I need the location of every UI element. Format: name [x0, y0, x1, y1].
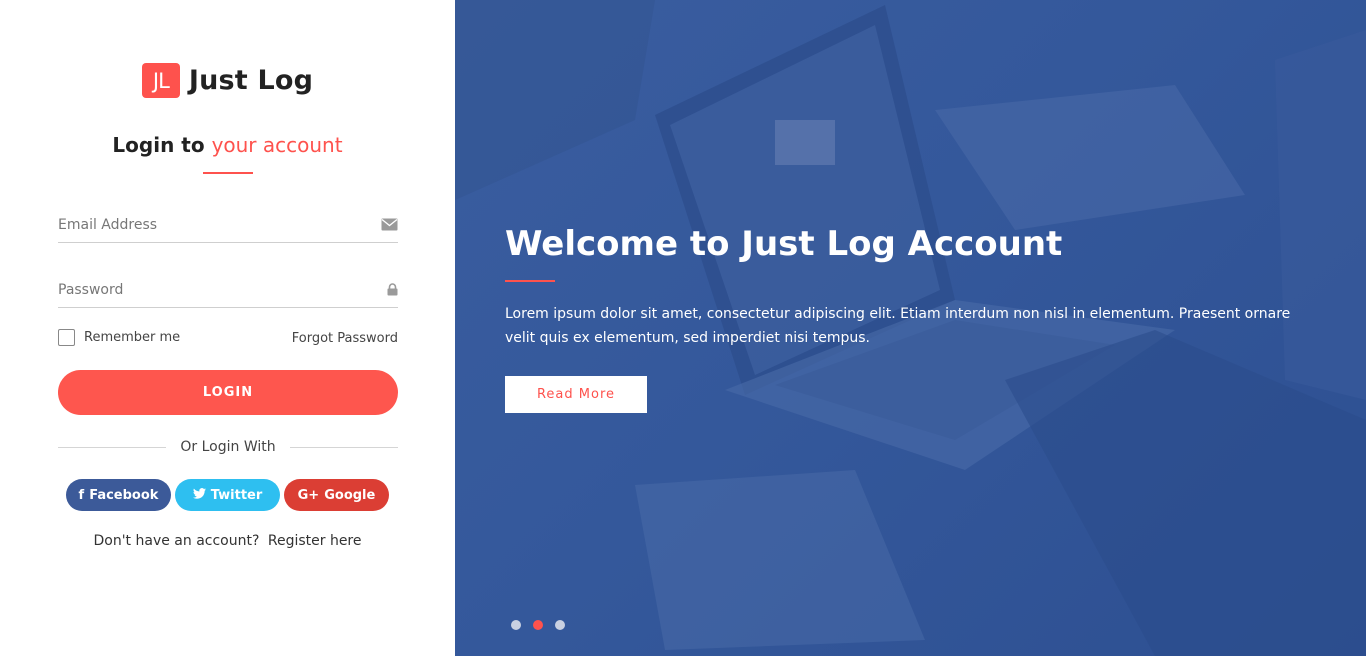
register-link[interactable]: Register here: [268, 533, 362, 549]
google-plus-icon: G+: [297, 487, 320, 503]
twitter-icon: [192, 487, 206, 503]
login-heading-accent: your account: [211, 133, 343, 157]
divider-line: [58, 446, 167, 448]
slider-dot-3[interactable]: [555, 620, 565, 630]
brand-name: Just Log: [188, 65, 314, 96]
heading-underline: [203, 172, 253, 174]
google-login-button[interactable]: G+ Google: [284, 479, 389, 511]
brand-mark: JL: [141, 63, 180, 98]
twitter-label: Twitter: [210, 487, 263, 503]
facebook-label: Facebook: [89, 487, 159, 503]
social-divider: Or Login With: [58, 437, 399, 457]
remember-checkbox[interactable]: [58, 329, 75, 346]
lock-icon: [380, 281, 398, 299]
login-heading-main: Login to: [112, 133, 205, 157]
divider-line: [289, 446, 399, 448]
slider-dots: [511, 620, 565, 630]
divider-text: Or Login With: [180, 439, 276, 455]
login-heading: Login to your account: [0, 133, 455, 157]
google-label: Google: [324, 487, 376, 503]
email-field[interactable]: [58, 207, 398, 243]
social-login-buttons: f Facebook Twitter G+ Google: [0, 479, 455, 511]
login-panel: JL Just Log Login to your account Rememb…: [0, 0, 455, 656]
brand-logo[interactable]: JL Just Log: [0, 63, 455, 98]
forgot-password-link[interactable]: Forgot Password: [292, 331, 398, 346]
register-text: Don't have an account?: [93, 533, 260, 549]
remember-me[interactable]: Remember me: [58, 329, 180, 346]
facebook-icon: f: [78, 487, 85, 503]
facebook-login-button[interactable]: f Facebook: [66, 479, 171, 511]
hero-underline: [505, 280, 555, 282]
twitter-login-button[interactable]: Twitter: [175, 479, 280, 511]
hero-title: Welcome to Just Log Account: [505, 224, 1063, 264]
password-field[interactable]: [58, 272, 398, 308]
slider-dot-1[interactable]: [511, 620, 521, 630]
hero-panel: Welcome to Just Log Account Lorem ipsum …: [455, 0, 1366, 656]
email-input[interactable]: [58, 216, 380, 233]
envelope-icon: [380, 216, 398, 234]
remember-label: Remember me: [84, 330, 181, 345]
password-input[interactable]: [58, 281, 380, 298]
hero-description: Lorem ipsum dolor sit amet, consectetur …: [505, 306, 1291, 346]
slider-dot-2[interactable]: [533, 620, 543, 630]
register-prompt: Don't have an account? Register here: [0, 533, 455, 549]
read-more-button[interactable]: Read More: [505, 376, 647, 413]
login-button[interactable]: LOGIN: [58, 370, 398, 415]
